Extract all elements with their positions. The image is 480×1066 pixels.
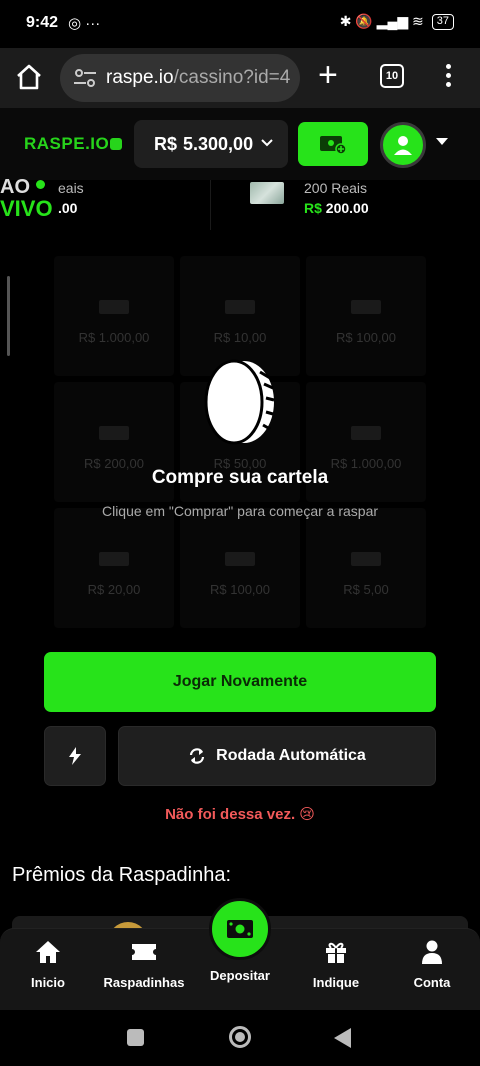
notification-icons: ◎ ··· bbox=[68, 15, 101, 32]
scratch-cell: R$ 20,00 bbox=[54, 508, 174, 628]
ticker-item-name: 200 Reais bbox=[304, 180, 368, 196]
user-icon bbox=[394, 136, 412, 155]
back-icon[interactable] bbox=[334, 1028, 351, 1048]
status-bar: 9:42 ◎ ··· ✱ 🔕 ▂▄▆ ≋ 37 bbox=[0, 0, 480, 48]
nav-item-home[interactable]: Inicio bbox=[0, 939, 96, 990]
ticker-divider bbox=[210, 180, 211, 230]
system-status-icons: ✱ 🔕 ▂▄▆ ≋ bbox=[339, 13, 424, 29]
coin-icon bbox=[204, 359, 275, 445]
url-domain: raspe.io bbox=[106, 67, 174, 88]
ticker-item-value: .00 bbox=[58, 200, 78, 216]
logo-mark-icon bbox=[110, 138, 123, 150]
wallet-add-icon bbox=[320, 136, 347, 155]
recents-icon[interactable] bbox=[127, 1029, 144, 1046]
system-icons: ✱ 🔕 ▂▄▆ ≋ 37 bbox=[340, 13, 454, 30]
ticket-icon bbox=[132, 944, 156, 960]
live-winners-ticker: AO VIVO eais .00 200 Reais R$ 200.00 bbox=[0, 176, 480, 240]
user-icon bbox=[422, 940, 442, 964]
auto-round-button[interactable]: Rodada Automática bbox=[118, 726, 436, 786]
site-logo[interactable]: RASPE.IO bbox=[24, 134, 123, 154]
prize-image bbox=[225, 300, 255, 314]
site-header: RASPE.IO R$ 5.300,00 bbox=[0, 108, 480, 180]
nav-item-deposit-label[interactable]: Depositar bbox=[192, 968, 288, 983]
more-menu-icon[interactable] bbox=[446, 64, 454, 91]
deposit-fab-button[interactable] bbox=[209, 898, 271, 960]
play-again-button[interactable]: Jogar Novamente bbox=[44, 652, 436, 712]
system-navigation-bar bbox=[0, 1010, 480, 1066]
scrollbar[interactable] bbox=[7, 276, 10, 356]
result-message: Não foi dessa vez. 😢 bbox=[165, 806, 315, 823]
tab-switcher-button[interactable]: 10 bbox=[380, 64, 404, 88]
address-bar[interactable]: raspe.io/cassino?id=4 bbox=[60, 54, 300, 102]
site-settings-icon[interactable] bbox=[72, 68, 98, 88]
turbo-button[interactable] bbox=[44, 726, 106, 786]
prize-image bbox=[225, 552, 255, 566]
nav-item-account[interactable]: Conta bbox=[384, 939, 480, 990]
banknote-image bbox=[250, 182, 284, 204]
balance-currency: R$ bbox=[154, 133, 178, 154]
prize-image bbox=[351, 300, 381, 314]
ticker-item-name: eais bbox=[58, 180, 84, 196]
logo-text: RASPE.IO bbox=[24, 134, 110, 153]
user-avatar[interactable] bbox=[380, 122, 426, 168]
nav-item-refer[interactable]: Indique bbox=[288, 939, 384, 990]
overlay-title: Compre sua cartela bbox=[151, 467, 329, 488]
balance-selector[interactable]: R$ 5.300,00 bbox=[134, 120, 288, 168]
scratch-cell: R$ 100,00 bbox=[180, 508, 300, 628]
prize-image bbox=[351, 552, 381, 566]
buy-card-overlay: Compre sua cartela Clique em "Comprar" p… bbox=[54, 340, 426, 519]
live-dot-icon bbox=[36, 180, 45, 189]
nav-item-scratch-cards[interactable]: Raspadinhas bbox=[96, 939, 192, 990]
ticker-item-value: R$ 200.00 bbox=[304, 200, 369, 216]
home-icon bbox=[36, 941, 60, 963]
url-path: /cassino?id=4 bbox=[173, 67, 291, 88]
home-button-icon[interactable] bbox=[229, 1026, 251, 1048]
header-deposit-button[interactable] bbox=[298, 122, 368, 166]
overlay-subtitle: Clique em "Comprar" para começar a raspa… bbox=[101, 503, 379, 519]
prize-image bbox=[99, 552, 129, 566]
lightning-icon bbox=[69, 747, 81, 765]
cash-icon bbox=[227, 920, 253, 938]
prize-image bbox=[99, 300, 129, 314]
status-time: 9:42 bbox=[26, 14, 59, 31]
account-menu-chevron-icon[interactable] bbox=[436, 138, 448, 145]
prizes-section-title: Prêmios da Raspadinha: bbox=[12, 864, 232, 886]
scratch-cell: R$ 5,00 bbox=[306, 508, 426, 628]
battery-icon: 37 bbox=[431, 13, 454, 30]
chevron-down-icon bbox=[261, 139, 273, 147]
new-tab-icon[interactable]: + bbox=[318, 58, 338, 92]
home-icon[interactable] bbox=[14, 62, 44, 92]
auto-round-label: Rodada Automática bbox=[216, 747, 366, 764]
gift-icon bbox=[326, 942, 346, 963]
balance-amount: 5.300,00 bbox=[183, 133, 254, 154]
browser-toolbar: raspe.io/cassino?id=4 + 10 bbox=[0, 48, 480, 108]
refresh-icon bbox=[190, 748, 205, 764]
